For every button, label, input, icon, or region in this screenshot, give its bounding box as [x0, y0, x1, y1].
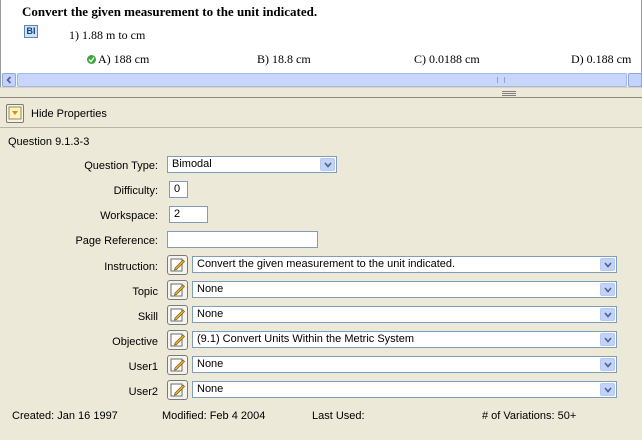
header-divider: [0, 127, 642, 128]
preview-question: 1) 1.88 m to cm: [69, 28, 146, 42]
horizontal-scrollbar[interactable]: [0, 73, 642, 87]
edit-pencil-icon: [170, 358, 185, 372]
chevron-down-icon[interactable]: [600, 308, 615, 321]
answer-b: B) 18.8 cm: [257, 52, 311, 66]
user2-select[interactable]: None: [192, 381, 617, 398]
user1-select[interactable]: None: [192, 356, 617, 373]
variations-count: # of Variations: 50+: [482, 410, 577, 422]
answer-c: C) 0.0188 cm: [414, 52, 480, 66]
edit-pencil-icon: [170, 383, 185, 397]
workspace-label: Workspace:: [100, 210, 158, 222]
chevron-down-icon[interactable]: [320, 158, 335, 171]
user1-label: User1: [128, 361, 158, 373]
difficulty-field[interactable]: 0: [169, 181, 188, 198]
topic-label: Topic: [132, 286, 158, 298]
edit-pencil-icon: [170, 283, 185, 297]
edit-pencil-icon: [170, 333, 185, 347]
chevron-down-icon[interactable]: [600, 358, 615, 371]
instruction-value: Convert the given measurement to the uni…: [197, 258, 456, 270]
scroll-right-arrow-icon[interactable]: [628, 73, 642, 87]
user1-edit-button[interactable]: [167, 355, 188, 375]
preview-instruction: Convert the given measurement to the uni…: [22, 4, 318, 19]
answer-a: A) 188 cm: [98, 52, 150, 66]
properties-panel: Hide Properties Question 9.1.3-3 Questio…: [0, 98, 642, 440]
user2-label: User2: [128, 386, 158, 398]
topic-edit-button[interactable]: [167, 280, 188, 300]
difficulty-label: Difficulty:: [113, 185, 158, 197]
workspace-field[interactable]: 2: [169, 206, 208, 223]
chevron-down-icon[interactable]: [600, 383, 615, 396]
objective-label: Objective: [112, 336, 158, 348]
question-preview: Convert the given measurement to the uni…: [0, 0, 642, 73]
topic-select[interactable]: None: [192, 281, 617, 298]
user2-value: None: [197, 383, 224, 395]
skill-label: Skill: [137, 311, 158, 323]
page-reference-field[interactable]: [167, 231, 318, 248]
user1-value: None: [197, 358, 224, 370]
scroll-left-arrow-icon[interactable]: [2, 73, 16, 87]
skill-edit-button[interactable]: [167, 305, 188, 325]
question-type-label: Question Type:: [84, 160, 158, 172]
correct-answer-icon: [87, 55, 96, 64]
bi-badge-icon[interactable]: BI: [24, 25, 38, 38]
skill-select[interactable]: None: [192, 306, 617, 323]
user2-edit-button[interactable]: [167, 380, 188, 400]
objective-edit-button[interactable]: [167, 330, 188, 350]
hide-properties-label[interactable]: Hide Properties: [31, 108, 107, 120]
objective-select[interactable]: (9.1) Convert Units Within the Metric Sy…: [192, 331, 617, 348]
modified-date: Modified: Feb 4 2004: [162, 410, 266, 422]
last-used: Last Used:: [312, 410, 365, 422]
edit-pencil-icon: [170, 308, 185, 322]
instruction-edit-button[interactable]: [167, 255, 188, 275]
instruction-select[interactable]: Convert the given measurement to the uni…: [192, 256, 617, 273]
scrollbar-grip-icon: [497, 77, 505, 83]
hide-properties-button[interactable]: [6, 104, 24, 123]
chevron-down-icon[interactable]: [600, 258, 615, 271]
chevron-down-icon[interactable]: [600, 333, 615, 346]
question-id: Question 9.1.3-3: [8, 136, 90, 148]
question-type-select[interactable]: Bimodal: [167, 156, 337, 173]
edit-pencil-icon: [170, 258, 185, 272]
skill-value: None: [197, 308, 224, 320]
hide-properties-icon: [8, 106, 22, 120]
splitter-grip-icon: [502, 91, 516, 96]
answer-d: D) 0.188 cm: [571, 52, 632, 66]
page-reference-label: Page Reference:: [75, 235, 158, 247]
instruction-label: Instruction:: [104, 261, 158, 273]
topic-value: None: [197, 283, 224, 295]
question-type-value: Bimodal: [172, 158, 212, 170]
chevron-down-icon[interactable]: [600, 283, 615, 296]
scrollbar-thumb[interactable]: [17, 73, 627, 87]
objective-value: (9.1) Convert Units Within the Metric Sy…: [197, 333, 415, 345]
created-date: Created: Jan 16 1997: [12, 410, 118, 422]
pane-splitter[interactable]: [0, 87, 642, 98]
